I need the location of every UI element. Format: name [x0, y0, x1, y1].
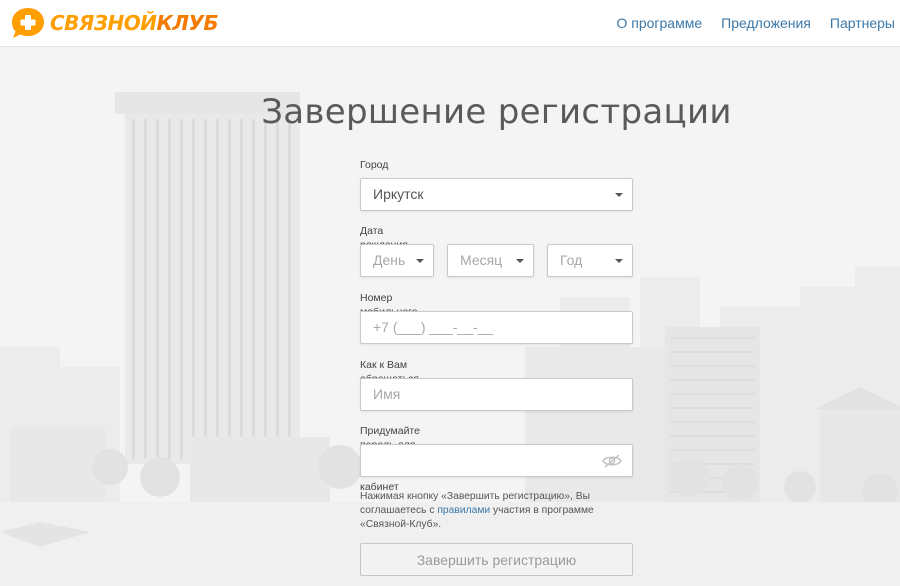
name-input-placeholder: Имя [373, 386, 401, 402]
logo-word-club: КЛУБ [156, 11, 219, 35]
chevron-down-icon [615, 259, 623, 263]
logo-word-svyaznoy: СВЯЗНОЙ [50, 11, 157, 35]
main-nav: О программе Предложения Партнеры [616, 14, 895, 32]
logo-text: СВЯЗНОЙКЛУБ [50, 6, 219, 40]
eye-off-icon[interactable] [602, 453, 622, 469]
birth-year-select[interactable]: Год [547, 244, 633, 277]
name-input[interactable]: Имя [360, 378, 633, 411]
chevron-down-icon [615, 193, 623, 197]
agreement-note: Нажимая кнопку «Завершить регистрацию», … [360, 490, 635, 532]
city-select[interactable]: Иркутск [360, 178, 633, 211]
phone-input-placeholder: +7 (___) ___-__-__ [373, 319, 494, 335]
chevron-down-icon [416, 259, 424, 263]
birth-day-placeholder: День [373, 252, 406, 268]
birth-day-select[interactable]: День [360, 244, 434, 277]
nav-link-offers[interactable]: Предложения [721, 14, 811, 32]
birth-year-placeholder: Год [560, 252, 583, 268]
nav-link-partners[interactable]: Партнеры [830, 14, 895, 32]
phone-input[interactable]: +7 (___) ___-__-__ [360, 311, 633, 344]
chevron-down-icon [516, 259, 524, 263]
page-title: Завершение регистрации [261, 92, 732, 132]
complete-registration-button[interactable]: Завершить регистрацию [360, 543, 633, 576]
top-header: СВЯЗНОЙКЛУБ О программе Предложения Парт… [0, 0, 900, 47]
city-label: Город [360, 159, 389, 171]
rules-link[interactable]: правилами [437, 505, 490, 516]
birth-month-select[interactable]: Месяц [447, 244, 534, 277]
birth-month-placeholder: Месяц [460, 252, 503, 268]
logo-plus-bubble-icon [12, 8, 44, 38]
svyaznoy-club-logo[interactable]: СВЯЗНОЙКЛУБ [10, 6, 219, 40]
city-select-value: Иркутск [373, 186, 424, 202]
nav-link-about[interactable]: О программе [616, 14, 702, 32]
password-input[interactable] [360, 444, 633, 477]
